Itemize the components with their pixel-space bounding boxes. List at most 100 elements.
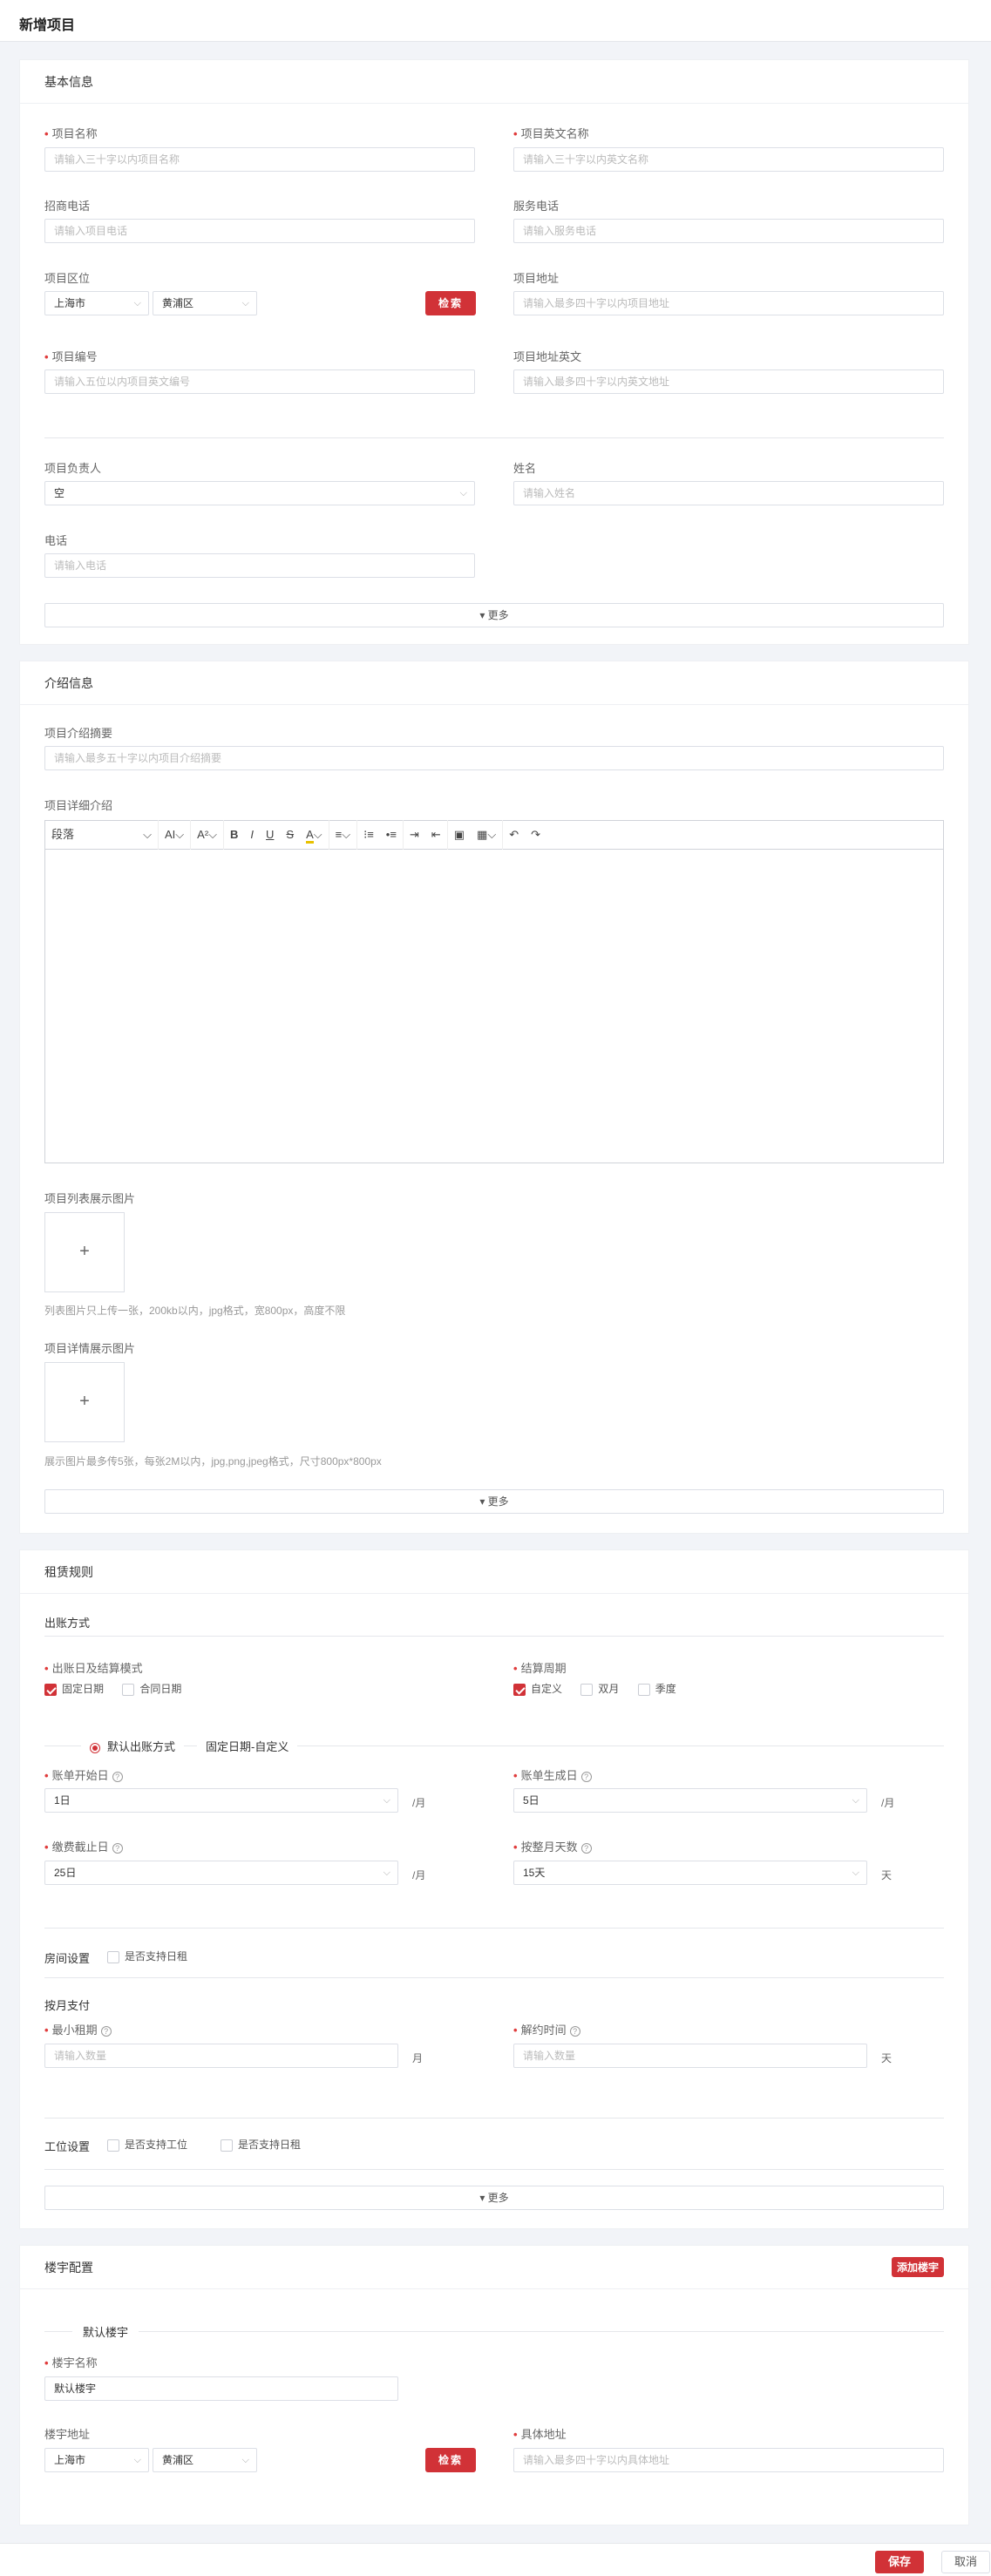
bill-gen-select[interactable]: 5日 ⌵ <box>513 1788 867 1813</box>
highlight-button[interactable]: A⌵ <box>300 820 329 850</box>
chevron-down-icon: ⌵ <box>383 1795 390 1806</box>
manager-label: 项目负责人 <box>44 462 102 475</box>
quarterly-checkbox[interactable]: 季度 <box>637 1683 676 1696</box>
image-icon: ▣ <box>453 828 465 841</box>
strikethrough-button[interactable]: S <box>280 820 300 850</box>
list-image-label: 项目列表展示图片 <box>44 1192 136 1205</box>
ws-daily-checkbox[interactable]: 是否支持日租 <box>221 2137 301 2152</box>
room-daily-checkbox[interactable]: 是否支持日租 <box>107 1949 187 1963</box>
caret-down-icon: ▾ <box>479 1495 488 1508</box>
table-button[interactable]: ▦⌵ <box>471 820 504 850</box>
help-icon[interactable]: ? <box>569 2025 580 2037</box>
cancel-button[interactable]: 取消 <box>941 2551 990 2573</box>
help-icon[interactable]: ? <box>112 1771 123 1782</box>
italic-button[interactable]: I <box>244 820 260 850</box>
fixed-date-checkbox[interactable]: 固定日期 <box>44 1683 104 1696</box>
district-select[interactable]: 黄浦区 ⌵ <box>153 291 257 315</box>
phone-label: 电话 <box>44 534 68 547</box>
notice-label: • 解约时间? <box>513 2021 580 2037</box>
bill-gen-label: • 账单生成日? <box>513 1766 592 1783</box>
workstation-setting-label: 工位设置 <box>44 2140 91 2153</box>
project-name-en-input[interactable]: 请输入三十字以内英文名称 <box>513 147 944 172</box>
building-name-input[interactable]: 默认楼宇 <box>44 2376 398 2401</box>
page-title: 新增项目 <box>0 0 991 42</box>
chevron-down-icon: ⌵ <box>459 488 467 498</box>
bullet-list-icon: •≡ <box>385 828 397 841</box>
min-term-input[interactable]: 请输入数量 <box>44 2044 398 2068</box>
unit-label: /月 <box>412 1797 426 1809</box>
phone-input[interactable]: 请输入电话 <box>44 553 475 578</box>
project-name-label: • 项目名称 <box>44 127 98 140</box>
custom-checkbox[interactable]: 自定义 <box>513 1683 562 1696</box>
help-icon[interactable]: ? <box>100 2025 112 2037</box>
invest-phone-input[interactable]: 请输入项目电话 <box>44 219 475 243</box>
region-search-button[interactable]: 检索 <box>425 291 476 315</box>
project-code-label: • 项目编号 <box>44 350 98 363</box>
bill-start-select[interactable]: 1日 ⌵ <box>44 1788 398 1813</box>
address-input[interactable]: 请输入最多四十字以内项目地址 <box>513 291 944 315</box>
building-city-select[interactable]: 上海市 ⌵ <box>44 2448 149 2472</box>
table-icon: ▦ <box>477 828 488 841</box>
building-search-button[interactable]: 检索 <box>425 2448 476 2472</box>
rental-more-button[interactable]: ▾ 更多 <box>44 2186 944 2210</box>
name-input[interactable]: 请输入姓名 <box>513 481 944 505</box>
detail-image-label: 项目详情展示图片 <box>44 1342 136 1355</box>
ordered-list-button[interactable]: ⁝≡ <box>357 820 380 850</box>
project-name-input[interactable]: 请输入三十字以内项目名称 <box>44 147 475 172</box>
building-district-select[interactable]: 黄浦区 ⌵ <box>153 2448 257 2472</box>
radio-selected-icon <box>90 1742 100 1753</box>
intro-info-card: 介绍信息 项目介绍摘要 请输入最多五十字以内项目介绍摘要 项目详细介绍 段落 ⌵ … <box>19 661 969 1534</box>
list-image-hint: 列表图片只上传一张，200kb以内，jpg格式，宽800px，高度不限 <box>44 1305 346 1317</box>
region-label: 项目区位 <box>44 272 91 285</box>
redo-button[interactable]: ↷ <box>525 820 546 850</box>
bold-button[interactable]: B <box>224 820 244 850</box>
service-phone-input[interactable]: 请输入服务电话 <box>513 219 944 243</box>
detail-address-input[interactable]: 请输入最多四十字以内具体地址 <box>513 2448 944 2472</box>
save-button[interactable]: 保存 <box>875 2551 924 2573</box>
paragraph-select[interactable]: 段落 ⌵ <box>45 820 159 850</box>
add-building-button[interactable]: 添加楼宇 <box>891 2257 944 2277</box>
font-size-button[interactable]: AI⌵ <box>159 820 192 850</box>
align-button[interactable]: ≡⌵ <box>329 820 358 850</box>
bill-start-label: • 账单开始日? <box>44 1766 123 1783</box>
intro-more-button[interactable]: ▾ 更多 <box>44 1489 944 1514</box>
indent-button[interactable]: ⇥ <box>404 820 425 850</box>
due-day-select[interactable]: 25日 ⌵ <box>44 1861 398 1885</box>
project-code-input[interactable]: 请输入五位以内项目英文编号 <box>44 369 475 394</box>
card-title: 介绍信息 <box>20 661 968 705</box>
chevron-down-icon: ⌵ <box>383 1868 390 1878</box>
outdent-icon: ⇤ <box>431 828 441 841</box>
detail-image-hint: 展示图片最多传5张，每张2M以内，jpg,png,jpeg格式，尺寸800px*… <box>44 1455 382 1468</box>
ws-support-checkbox[interactable]: 是否支持工位 <box>107 2137 187 2152</box>
help-icon[interactable]: ? <box>580 1771 592 1782</box>
outdent-button[interactable]: ⇤ <box>425 820 448 850</box>
address-en-input[interactable]: 请输入最多四十字以内英文地址 <box>513 369 944 394</box>
summary-input[interactable]: 请输入最多五十字以内项目介绍摘要 <box>44 746 944 770</box>
notice-input[interactable]: 请输入数量 <box>513 2044 867 2068</box>
image-button[interactable]: ▣ <box>448 820 471 850</box>
underline-button[interactable]: U <box>260 820 280 850</box>
unit-label: 天 <box>881 2052 893 2064</box>
month-days-select[interactable]: 15天 ⌵ <box>513 1861 867 1885</box>
undo-button[interactable]: ↶ <box>503 820 525 850</box>
detail-image-upload[interactable]: + <box>44 1362 125 1442</box>
rental-rules-card: 租赁规则 出账方式 • 出账日及结算模式 固定日期 合同日期 • 结算周期 自定义 … <box>19 1549 969 2229</box>
unit-label: 月 <box>412 2052 424 2064</box>
font-family-button[interactable]: A²⌵ <box>191 820 225 850</box>
summary-label: 项目介绍摘要 <box>44 727 113 740</box>
list-image-upload[interactable]: + <box>44 1212 125 1292</box>
rich-text-editor[interactable] <box>44 850 944 1163</box>
manager-select[interactable]: 空 ⌵ <box>44 481 475 505</box>
bimonthly-checkbox[interactable]: 双月 <box>580 1683 619 1696</box>
bullet-list-button[interactable]: •≡ <box>380 820 404 850</box>
city-select[interactable]: 上海市 ⌵ <box>44 291 149 315</box>
help-icon[interactable]: ? <box>112 1842 123 1854</box>
help-icon[interactable]: ? <box>580 1842 592 1854</box>
editor-toolbar: 段落 ⌵ AI⌵ A²⌵ B I U S A⌵ ≡⌵ ⁝≡ •≡ ⇥ ⇤ ▣ ▦⌵… <box>44 820 944 850</box>
default-billing-radio[interactable]: 默认出账方式 <box>81 1738 185 1754</box>
basic-more-button[interactable]: ▾ 更多 <box>44 603 944 627</box>
contract-date-checkbox[interactable]: 合同日期 <box>122 1683 181 1696</box>
due-day-label: • 缴费截止日? <box>44 1838 123 1854</box>
divider <box>44 2169 944 2170</box>
chevron-down-icon: ⌵ <box>852 1795 859 1806</box>
